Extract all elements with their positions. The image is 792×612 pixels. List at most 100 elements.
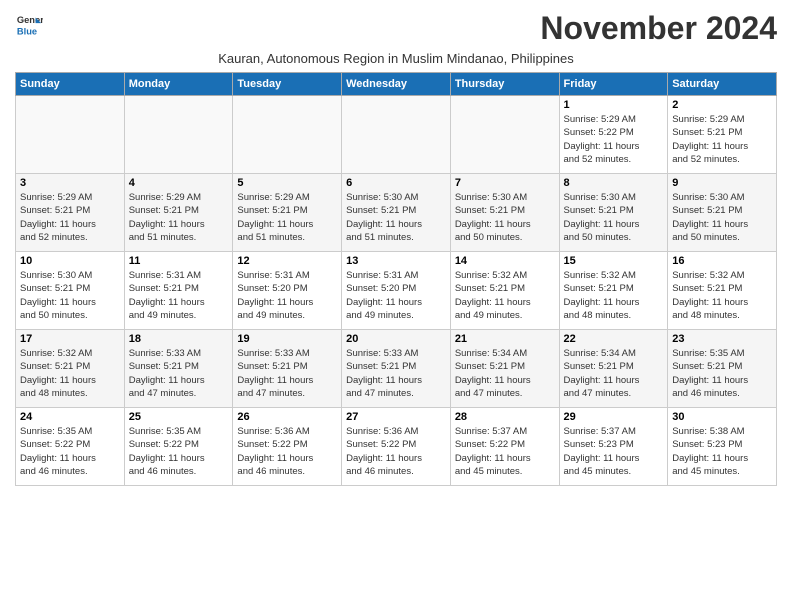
day-info: Sunrise: 5:31 AM Sunset: 5:20 PM Dayligh…: [346, 269, 446, 322]
day-cell: 16Sunrise: 5:32 AM Sunset: 5:21 PM Dayli…: [668, 252, 777, 330]
day-number: 29: [564, 411, 664, 423]
logo-icon: General Blue: [15, 10, 43, 38]
day-cell: 8 Sunrise: 5:30 AM Sunset: 5:21 PM Daylig…: [559, 174, 668, 252]
day-info: Sunrise: 5:37 AM Sunset: 5:23 PM Dayligh…: [564, 425, 664, 478]
day-cell: 13 Sunrise: 5:31 AM Sunset: 5:20 PM Dayli…: [342, 252, 451, 330]
day-info: Sunrise: 5:31 AM Sunset: 5:20 PM Dayligh…: [237, 269, 337, 322]
day-info: Sunrise: 5:38 AM Sunset: 5:23 PM Dayligh…: [672, 425, 772, 478]
day-number: 27: [346, 411, 446, 423]
day-info: Sunrise: 5:29 AM Sunset: 5:22 PM Dayligh…: [564, 113, 664, 166]
day-info: Sunrise: 5:34 AM Sunset: 5:21 PM Dayligh…: [564, 347, 664, 400]
day-info: Sunrise: 5:34 AM Sunset: 5:21 PM Dayligh…: [455, 347, 555, 400]
day-info: Sunrise: 5:35 AM Sunset: 5:21 PM Dayligh…: [672, 347, 772, 400]
day-number: 17: [20, 333, 120, 345]
day-number: 8: [564, 177, 664, 189]
day-cell: [342, 96, 451, 174]
day-cell: 26 Sunrise: 5:36 AM Sunset: 5:22 PM Dayli…: [233, 408, 342, 486]
day-cell: 14Sunrise: 5:32 AM Sunset: 5:21 PM Dayli…: [450, 252, 559, 330]
week-row-2: 3 Sunrise: 5:29 AM Sunset: 5:21 PM Daylig…: [16, 174, 777, 252]
day-number: 13: [346, 255, 446, 267]
day-info: Sunrise: 5:30 AM Sunset: 5:21 PM Dayligh…: [672, 191, 772, 244]
day-cell: 18 Sunrise: 5:33 AM Sunset: 5:21 PM Dayli…: [124, 330, 233, 408]
day-cell: 30 Sunrise: 5:38 AM Sunset: 5:23 PM Dayli…: [668, 408, 777, 486]
day-info: Sunrise: 5:33 AM Sunset: 5:21 PM Dayligh…: [129, 347, 229, 400]
col-header-tuesday: Tuesday: [233, 73, 342, 96]
day-cell: 28 Sunrise: 5:37 AM Sunset: 5:22 PM Dayli…: [450, 408, 559, 486]
day-number: 22: [564, 333, 664, 345]
logo: General Blue: [15, 10, 43, 38]
day-number: 25: [129, 411, 229, 423]
day-cell: 29 Sunrise: 5:37 AM Sunset: 5:23 PM Dayli…: [559, 408, 668, 486]
day-cell: 19Sunrise: 5:33 AM Sunset: 5:21 PM Dayli…: [233, 330, 342, 408]
day-info: Sunrise: 5:30 AM Sunset: 5:21 PM Dayligh…: [346, 191, 446, 244]
day-info: Sunrise: 5:29 AM Sunset: 5:21 PM Dayligh…: [672, 113, 772, 166]
day-cell: 21Sunrise: 5:34 AM Sunset: 5:21 PM Dayli…: [450, 330, 559, 408]
day-cell: 3 Sunrise: 5:29 AM Sunset: 5:21 PM Daylig…: [16, 174, 125, 252]
day-cell: [16, 96, 125, 174]
svg-text:General: General: [17, 15, 43, 25]
day-number: 9: [672, 177, 772, 189]
day-info: Sunrise: 5:32 AM Sunset: 5:21 PM Dayligh…: [564, 269, 664, 322]
day-number: 26: [237, 411, 337, 423]
day-number: 18: [129, 333, 229, 345]
month-title: November 2024: [540, 10, 777, 47]
day-cell: 15 Sunrise: 5:32 AM Sunset: 5:21 PM Dayli…: [559, 252, 668, 330]
col-header-saturday: Saturday: [668, 73, 777, 96]
day-cell: 25 Sunrise: 5:35 AM Sunset: 5:22 PM Dayli…: [124, 408, 233, 486]
day-info: Sunrise: 5:30 AM Sunset: 5:21 PM Dayligh…: [455, 191, 555, 244]
day-number: 16: [672, 255, 772, 267]
col-header-wednesday: Wednesday: [342, 73, 451, 96]
day-info: Sunrise: 5:37 AM Sunset: 5:22 PM Dayligh…: [455, 425, 555, 478]
day-number: 1: [564, 99, 664, 111]
day-cell: 10 Sunrise: 5:30 AM Sunset: 5:21 PM Dayli…: [16, 252, 125, 330]
day-cell: 7 Sunrise: 5:30 AM Sunset: 5:21 PM Daylig…: [450, 174, 559, 252]
day-info: Sunrise: 5:29 AM Sunset: 5:21 PM Dayligh…: [237, 191, 337, 244]
col-header-friday: Friday: [559, 73, 668, 96]
day-cell: 22 Sunrise: 5:34 AM Sunset: 5:21 PM Dayli…: [559, 330, 668, 408]
week-row-5: 24 Sunrise: 5:35 AM Sunset: 5:22 PM Dayli…: [16, 408, 777, 486]
day-cell: 2 Sunrise: 5:29 AM Sunset: 5:21 PM Daylig…: [668, 96, 777, 174]
day-number: 3: [20, 177, 120, 189]
day-info: Sunrise: 5:36 AM Sunset: 5:22 PM Dayligh…: [346, 425, 446, 478]
day-cell: 24 Sunrise: 5:35 AM Sunset: 5:22 PM Dayli…: [16, 408, 125, 486]
calendar-table: SundayMondayTuesdayWednesdayThursdayFrid…: [15, 72, 777, 486]
day-cell: 20Sunrise: 5:33 AM Sunset: 5:21 PM Dayli…: [342, 330, 451, 408]
day-info: Sunrise: 5:36 AM Sunset: 5:22 PM Dayligh…: [237, 425, 337, 478]
day-number: 6: [346, 177, 446, 189]
day-info: Sunrise: 5:32 AM Sunset: 5:21 PM Dayligh…: [455, 269, 555, 322]
day-info: Sunrise: 5:33 AM Sunset: 5:21 PM Dayligh…: [346, 347, 446, 400]
day-info: Sunrise: 5:35 AM Sunset: 5:22 PM Dayligh…: [20, 425, 120, 478]
day-number: 28: [455, 411, 555, 423]
day-number: 30: [672, 411, 772, 423]
day-number: 10: [20, 255, 120, 267]
week-row-3: 10 Sunrise: 5:30 AM Sunset: 5:21 PM Dayli…: [16, 252, 777, 330]
day-info: Sunrise: 5:30 AM Sunset: 5:21 PM Dayligh…: [564, 191, 664, 244]
day-cell: [124, 96, 233, 174]
day-cell: 9 Sunrise: 5:30 AM Sunset: 5:21 PM Daylig…: [668, 174, 777, 252]
day-cell: 5Sunrise: 5:29 AM Sunset: 5:21 PM Daylig…: [233, 174, 342, 252]
day-number: 15: [564, 255, 664, 267]
day-cell: 4Sunrise: 5:29 AM Sunset: 5:21 PM Daylig…: [124, 174, 233, 252]
day-cell: [450, 96, 559, 174]
calendar-subtitle: Kauran, Autonomous Region in Muslim Mind…: [15, 51, 777, 66]
day-number: 7: [455, 177, 555, 189]
day-cell: 11 Sunrise: 5:31 AM Sunset: 5:21 PM Dayli…: [124, 252, 233, 330]
day-number: 24: [20, 411, 120, 423]
day-number: 4: [129, 177, 229, 189]
day-number: 12: [237, 255, 337, 267]
day-cell: 12 Sunrise: 5:31 AM Sunset: 5:20 PM Dayli…: [233, 252, 342, 330]
col-header-monday: Monday: [124, 73, 233, 96]
day-number: 2: [672, 99, 772, 111]
col-header-sunday: Sunday: [16, 73, 125, 96]
day-info: Sunrise: 5:31 AM Sunset: 5:21 PM Dayligh…: [129, 269, 229, 322]
day-number: 11: [129, 255, 229, 267]
day-info: Sunrise: 5:30 AM Sunset: 5:21 PM Dayligh…: [20, 269, 120, 322]
day-info: Sunrise: 5:33 AM Sunset: 5:21 PM Dayligh…: [237, 347, 337, 400]
day-cell: 27 Sunrise: 5:36 AM Sunset: 5:22 PM Dayli…: [342, 408, 451, 486]
day-info: Sunrise: 5:29 AM Sunset: 5:21 PM Dayligh…: [20, 191, 120, 244]
day-cell: [233, 96, 342, 174]
day-number: 23: [672, 333, 772, 345]
day-info: Sunrise: 5:35 AM Sunset: 5:22 PM Dayligh…: [129, 425, 229, 478]
day-cell: 23 Sunrise: 5:35 AM Sunset: 5:21 PM Dayli…: [668, 330, 777, 408]
day-cell: 6 Sunrise: 5:30 AM Sunset: 5:21 PM Daylig…: [342, 174, 451, 252]
